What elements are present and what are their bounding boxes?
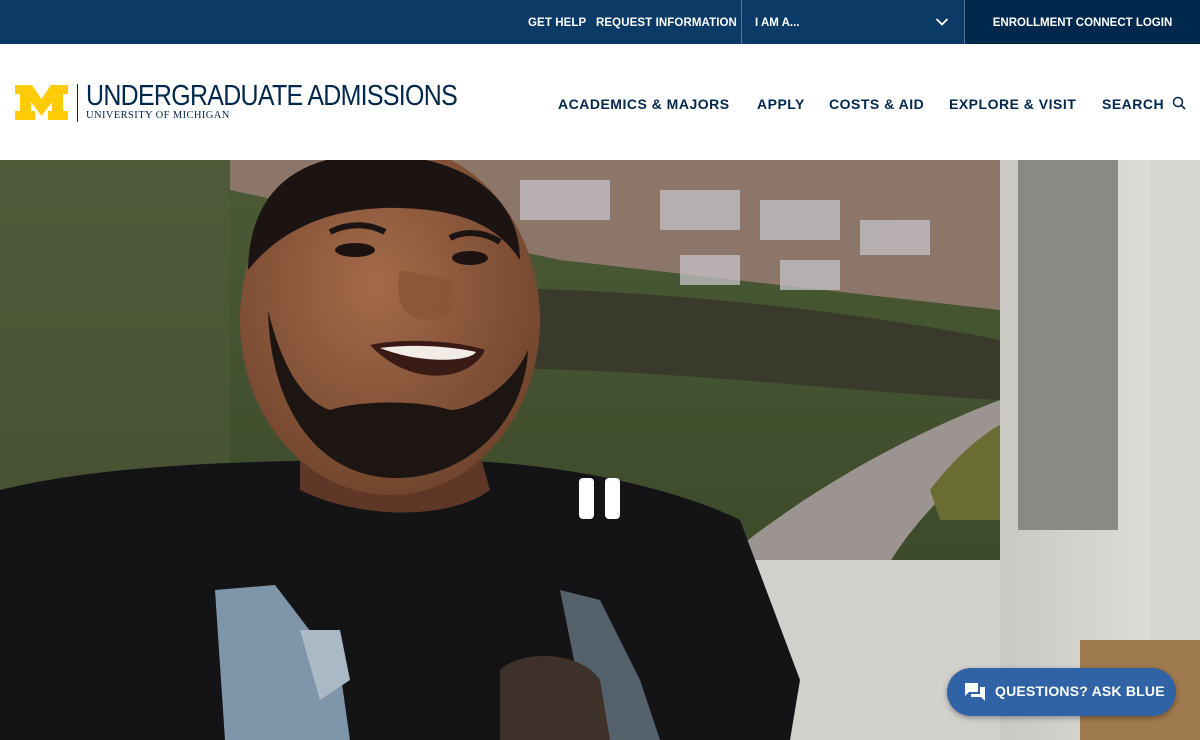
chat-icon <box>965 683 985 701</box>
home-logo-link[interactable]: UNDERGRADUATE ADMISSIONS UNIVERSITY OF M… <box>15 80 470 126</box>
logo-subtitle: UNIVERSITY OF MICHIGAN <box>86 110 230 121</box>
block-m-logo <box>15 85 68 120</box>
nav-apply[interactable]: APPLY <box>757 96 805 112</box>
nav-explore-visit[interactable]: EXPLORE & VISIT <box>949 96 1076 112</box>
chevron-down-icon <box>935 18 949 26</box>
ask-blue-chat-button[interactable]: QUESTIONS? ASK BLUE <box>947 668 1176 716</box>
nav-costs-aid[interactable]: COSTS & AID <box>829 96 924 112</box>
hero-video[interactable] <box>0 160 1200 740</box>
logo-title: UNDERGRADUATE ADMISSIONS <box>86 80 458 112</box>
search-icon[interactable] <box>1172 96 1186 110</box>
i-am-a-dropdown[interactable]: I AM A... <box>741 0 965 44</box>
nav-academics-majors[interactable]: ACADEMICS & MAJORS <box>558 96 730 112</box>
pause-icon-bar <box>605 478 620 519</box>
pause-icon <box>579 478 594 519</box>
logo-divider <box>77 84 78 122</box>
ask-blue-label: QUESTIONS? ASK BLUE <box>995 683 1165 699</box>
nav-search[interactable]: SEARCH <box>1102 96 1164 112</box>
i-am-a-selected-value: I AM A... <box>755 17 800 29</box>
get-help-link[interactable]: GET HELP <box>528 0 586 44</box>
hero-video-frame <box>0 160 1200 740</box>
enrollment-connect-login-button[interactable]: ENROLLMENT CONNECT LOGIN <box>964 0 1200 44</box>
site-header: UNDERGRADUATE ADMISSIONS UNIVERSITY OF M… <box>0 44 1200 160</box>
request-information-link[interactable]: REQUEST INFORMATION <box>596 0 737 44</box>
pause-button[interactable] <box>577 476 623 522</box>
utility-bar: GET HELP REQUEST INFORMATION I AM A... E… <box>0 0 1200 44</box>
